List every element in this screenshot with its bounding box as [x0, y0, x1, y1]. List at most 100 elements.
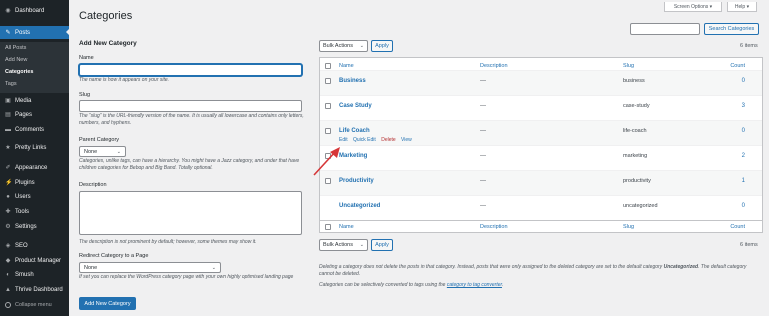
category-name-link[interactable]: Business	[339, 78, 366, 84]
table-row: Uncategorized — uncategorized 0	[320, 195, 762, 221]
thrive-icon: ▲	[5, 287, 11, 293]
page-icon: ▤	[5, 112, 11, 118]
chevron-down-icon: ⌄	[116, 149, 121, 155]
redirect-select[interactable]: None ⌄	[79, 262, 221, 273]
parent-select[interactable]: None ⌄	[79, 146, 126, 157]
menu-seo[interactable]: ◈ SEO	[0, 240, 69, 252]
category-count-link[interactable]: 0	[742, 78, 745, 84]
chevron-down-icon: ⌄	[359, 43, 364, 49]
menu-appearance[interactable]: ✐ Appearance	[0, 162, 69, 174]
menu-plugins[interactable]: ⚡ Plugins	[0, 177, 69, 189]
items-count-bottom: 6 items	[740, 242, 758, 248]
description-label: Description	[79, 182, 107, 188]
delete-link[interactable]: Delete	[381, 137, 395, 143]
menu-posts[interactable]: ✎ Posts	[0, 26, 69, 39]
row-checkbox[interactable]	[325, 78, 331, 84]
column-name-footer[interactable]: Name	[339, 224, 354, 230]
bulk-actions-select-bottom[interactable]: Bulk Actions ⌄	[319, 239, 368, 251]
category-description: —	[480, 103, 486, 109]
help-tab[interactable]: Help ▾	[727, 2, 757, 12]
submenu-tags[interactable]: Tags	[5, 81, 17, 87]
name-input[interactable]	[79, 64, 302, 76]
apply-button-top[interactable]: Apply	[371, 40, 393, 52]
row-checkbox[interactable]	[325, 128, 331, 134]
view-link[interactable]: View	[401, 137, 412, 143]
menu-tools[interactable]: ✚ Tools	[0, 206, 69, 218]
tag-converter-link[interactable]: category to tag converter	[447, 282, 502, 288]
category-count-link[interactable]: 0	[742, 128, 745, 134]
menu-pretty-links[interactable]: ★ Pretty Links	[0, 142, 69, 154]
column-count[interactable]: Count	[730, 63, 745, 69]
description-textarea[interactable]	[79, 191, 302, 235]
menu-comments[interactable]: ▬ Comments	[0, 124, 69, 136]
quick-edit-link[interactable]: Quick Edit	[353, 137, 376, 143]
search-input[interactable]	[630, 23, 700, 35]
category-description: —	[480, 153, 486, 159]
menu-users[interactable]: ● Users	[0, 191, 69, 203]
apply-button-bottom[interactable]: Apply	[371, 239, 393, 251]
category-count-link[interactable]: 0	[742, 203, 745, 209]
collapse-menu-button[interactable]: Collapse menu	[0, 300, 69, 310]
name-label: Name	[79, 55, 94, 61]
select-all-checkbox-footer[interactable]	[325, 224, 331, 230]
menu-settings[interactable]: ⚙ Settings	[0, 221, 69, 233]
redirect-label: Redirect Category to a Page	[79, 253, 149, 259]
posts-submenu: All Posts Add New Categories Tags	[0, 42, 69, 93]
admin-sidebar: ◉ Dashboard ✎ Posts All Posts Add New Cate…	[0, 0, 69, 316]
category-slug: marketing	[623, 153, 648, 159]
name-help: The name is how it appears on your site.	[79, 77, 170, 83]
category-count-link[interactable]: 1	[742, 178, 745, 184]
categories-table: Name Description Slug Count Business — b…	[319, 57, 763, 233]
column-name[interactable]: Name	[339, 63, 354, 69]
slug-input[interactable]	[79, 100, 302, 112]
table-row: Business — business 0	[320, 70, 762, 96]
category-name-link[interactable]: Uncategorized	[339, 203, 380, 209]
category-count-link[interactable]: 2	[742, 153, 745, 159]
description-help: The description is not prominent by defa…	[79, 239, 257, 245]
category-description: —	[480, 178, 486, 184]
slug-label: Slug	[79, 92, 91, 98]
annotation-arrow-icon	[313, 147, 340, 176]
slug-help: The “slug” is the URL-friendly version o…	[79, 113, 304, 126]
add-category-button[interactable]: Add New Category	[79, 297, 136, 310]
row-checkbox[interactable]	[325, 103, 331, 109]
column-description-footer[interactable]: Description	[480, 224, 508, 230]
menu-pages[interactable]: ▤ Pages	[0, 109, 69, 121]
screen-options-tab[interactable]: Screen Options ▾	[664, 2, 722, 12]
menu-thrive-dashboard[interactable]: ▲ Thrive Dashboard	[0, 284, 69, 296]
page-title: Categories	[79, 10, 133, 22]
category-description: —	[480, 78, 486, 84]
search-categories-button[interactable]: Search Categories	[704, 23, 759, 35]
product-manager-icon: ◆	[5, 258, 11, 264]
pin-icon: ✎	[5, 29, 11, 36]
category-name-link[interactable]: Life Coach	[339, 128, 370, 134]
submenu-all-posts[interactable]: All Posts	[5, 45, 26, 51]
column-count-footer[interactable]: Count	[730, 224, 745, 230]
menu-media[interactable]: ▣ Media	[0, 95, 69, 107]
category-description: —	[480, 203, 486, 209]
menu-smush[interactable]: ◐ Smush	[0, 269, 69, 281]
seo-icon: ◈	[5, 243, 11, 249]
category-slug: productivity	[623, 178, 651, 184]
edit-link[interactable]: Edit	[339, 137, 348, 143]
star-icon: ★	[5, 145, 11, 151]
menu-dashboard[interactable]: ◉ Dashboard	[0, 5, 69, 17]
delete-note: Deleting a category does not delete the …	[319, 264, 747, 277]
chevron-down-icon: ⌄	[359, 242, 364, 248]
category-slug: uncategorized	[623, 203, 658, 209]
category-name-link[interactable]: Case Study	[339, 103, 372, 109]
table-row: Case Study — case-study 3	[320, 95, 762, 121]
submenu-add-new[interactable]: Add New	[5, 57, 27, 63]
menu-product-manager[interactable]: ◆ Product Manager	[0, 255, 69, 267]
column-slug-footer[interactable]: Slug	[623, 224, 634, 230]
bulk-actions-select-top[interactable]: Bulk Actions ⌄	[319, 40, 368, 52]
submenu-categories[interactable]: Categories	[5, 69, 33, 75]
brush-icon: ✐	[5, 165, 11, 171]
dashboard-icon: ◉	[5, 8, 11, 14]
select-all-checkbox[interactable]	[325, 63, 331, 69]
comment-icon: ▬	[5, 127, 11, 133]
column-description[interactable]: Description	[480, 63, 508, 69]
category-count-link[interactable]: 3	[742, 103, 745, 109]
parent-label: Parent Category	[79, 137, 120, 143]
column-slug[interactable]: Slug	[623, 63, 634, 69]
